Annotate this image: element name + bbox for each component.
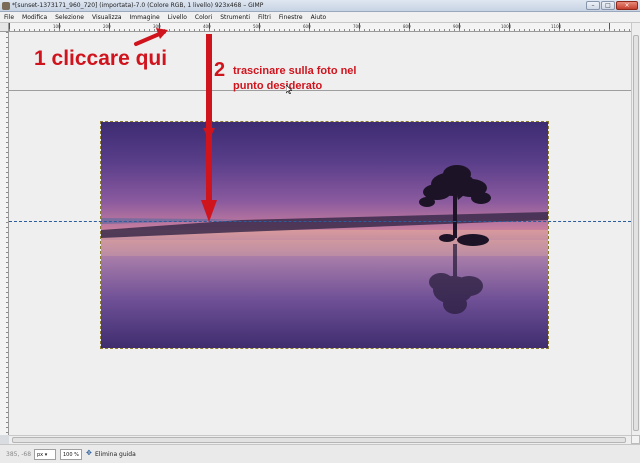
annotation-step-1: 1 cliccare qui	[34, 47, 168, 70]
annotation-step-2-number: 2	[214, 59, 226, 81]
mouse-cursor-icon	[286, 85, 292, 94]
annotation-step-2-text: trascinare sulla foto nel punto desidera…	[233, 65, 357, 92]
